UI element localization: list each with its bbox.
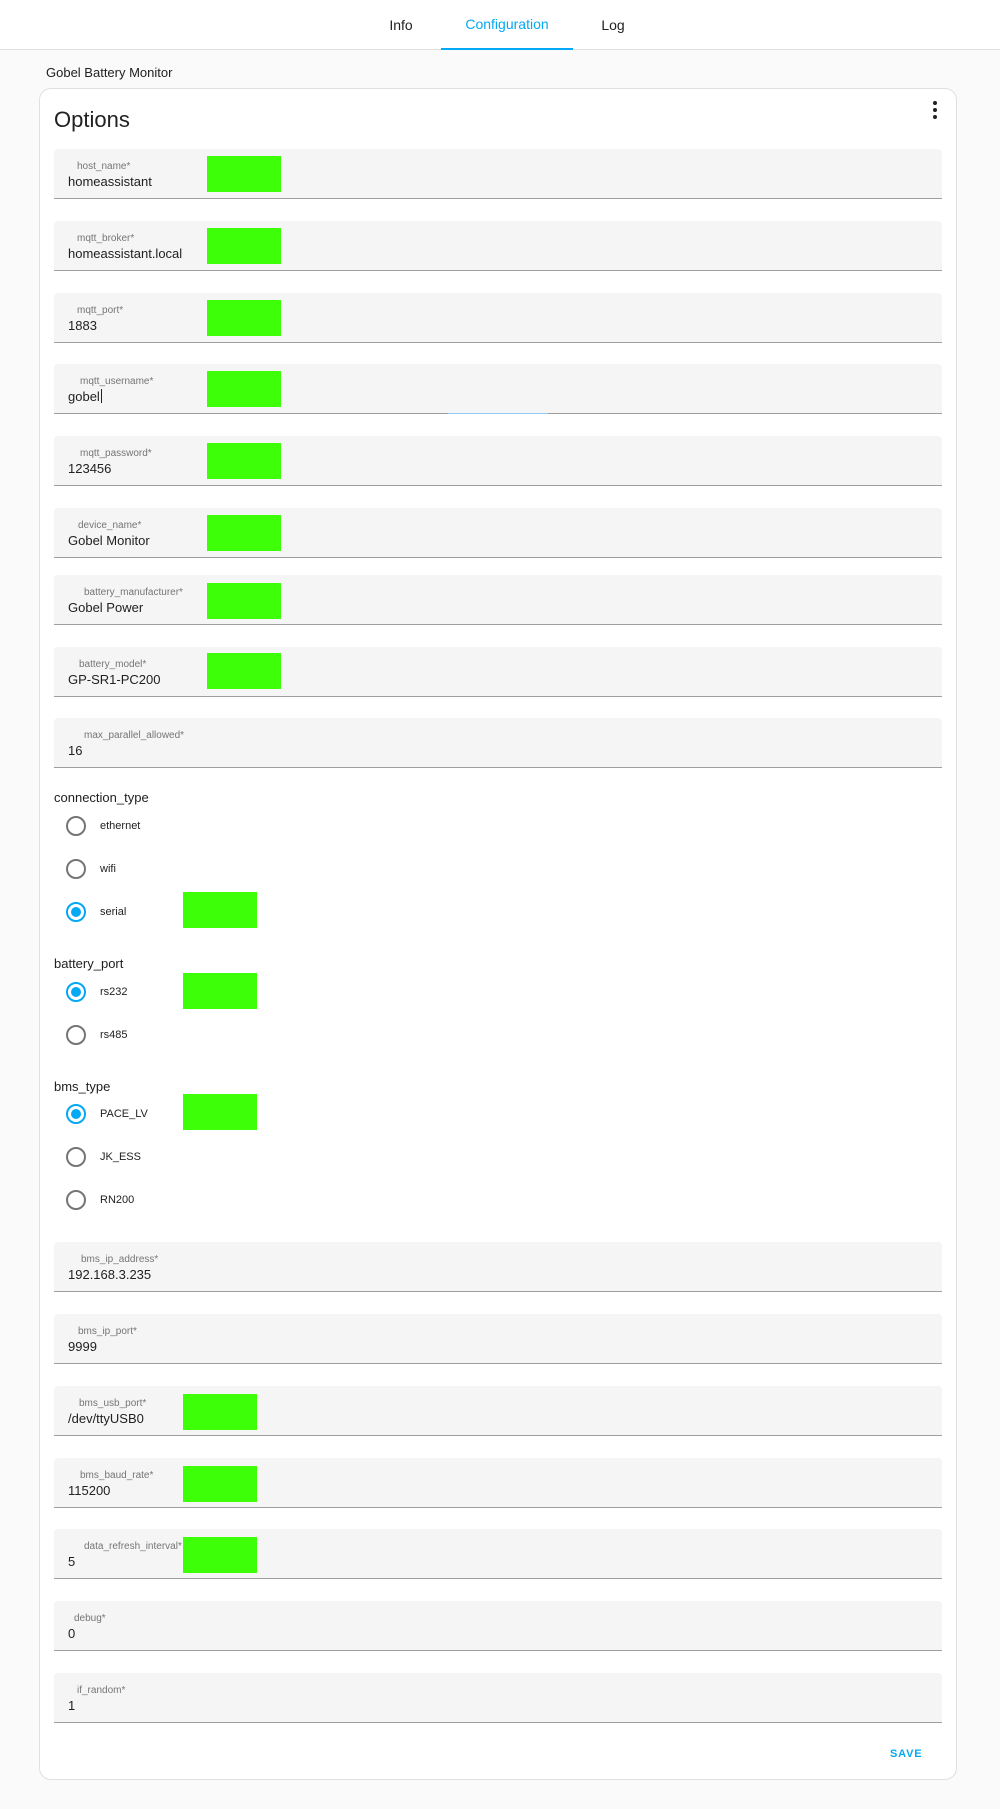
connection-type-label: connection_type bbox=[54, 790, 149, 805]
radio-label-jk-ess: JK_ESS bbox=[100, 1151, 141, 1163]
bms-type-label: bms_type bbox=[54, 1079, 111, 1094]
radio-serial[interactable] bbox=[66, 902, 86, 922]
field-value: Gobel Monitor bbox=[68, 533, 150, 548]
field-value: 0 bbox=[68, 1626, 76, 1641]
highlight-box bbox=[183, 1537, 257, 1573]
bms-ip-address-field[interactable]: bms_ip_address* 192.168.3.235 bbox=[54, 1242, 942, 1292]
highlight-box bbox=[183, 1094, 257, 1130]
tab-log[interactable]: Log bbox=[583, 0, 643, 50]
field-label: mqtt_broker* bbox=[77, 233, 135, 244]
field-label: device_name* bbox=[78, 520, 142, 531]
highlight-box bbox=[183, 1394, 257, 1430]
mqtt-username-field[interactable]: mqtt_username* gobel bbox=[54, 364, 942, 414]
text-cursor bbox=[100, 389, 102, 403]
tab-info[interactable]: Info bbox=[371, 0, 431, 50]
radio-label-wifi: wifi bbox=[100, 863, 116, 875]
battery-model-field[interactable]: battery_model* GP-SR1-PC200 bbox=[54, 647, 942, 697]
field-label: debug* bbox=[74, 1613, 106, 1624]
battery-manufacturer-field[interactable]: battery_manufacturer* Gobel Power bbox=[54, 575, 942, 625]
radio-label-rs232: rs232 bbox=[100, 986, 128, 998]
field-label: bms_usb_port* bbox=[79, 1398, 147, 1409]
radio-pace-lv[interactable] bbox=[66, 1104, 86, 1124]
bms-ip-port-field[interactable]: bms_ip_port* 9999 bbox=[54, 1314, 942, 1364]
field-value-text: gobel bbox=[68, 389, 100, 404]
field-value: homeassistant bbox=[68, 174, 152, 189]
field-label: mqtt_password* bbox=[80, 448, 152, 459]
radio-label-rn200: RN200 bbox=[100, 1194, 135, 1206]
field-label: mqtt_port* bbox=[77, 305, 124, 316]
radio-rs232[interactable] bbox=[66, 982, 86, 1002]
field-label: max_parallel_allowed* bbox=[84, 730, 185, 741]
radio-label-serial: serial bbox=[100, 906, 127, 918]
field-value: 9999 bbox=[68, 1339, 97, 1354]
max-parallel-allowed-field[interactable]: max_parallel_allowed* 16 bbox=[54, 718, 942, 768]
device-name-field[interactable]: device_name* Gobel Monitor bbox=[54, 508, 942, 558]
highlight-box bbox=[207, 371, 281, 407]
battery-port-label: battery_port bbox=[54, 956, 124, 971]
field-value: 1 bbox=[68, 1698, 76, 1713]
field-label: if_random* bbox=[77, 1685, 126, 1696]
radio-label-rs485: rs485 bbox=[100, 1029, 128, 1041]
highlight-box bbox=[207, 300, 281, 336]
highlight-box bbox=[207, 443, 281, 479]
tab-bar: Info Configuration Log bbox=[0, 0, 1000, 50]
radio-rs485[interactable] bbox=[66, 1025, 86, 1045]
mqtt-password-field[interactable]: mqtt_password* 123456 bbox=[54, 436, 942, 486]
highlight-box bbox=[183, 973, 257, 1009]
field-value: /dev/ttyUSB0 bbox=[68, 1411, 144, 1426]
highlight-box bbox=[183, 892, 257, 928]
field-label: data_refresh_interval* bbox=[84, 1541, 182, 1552]
highlight-box bbox=[183, 1466, 257, 1502]
field-value: gobel bbox=[68, 389, 102, 404]
field-value: 115200 bbox=[68, 1483, 111, 1498]
field-label: battery_model* bbox=[79, 659, 147, 670]
mqtt-broker-field[interactable]: mqtt_broker* homeassistant.local bbox=[54, 221, 942, 271]
field-label: battery_manufacturer* bbox=[84, 587, 183, 598]
field-label: bms_baud_rate* bbox=[80, 1470, 154, 1481]
host-name-field[interactable]: host_name* homeassistant bbox=[54, 149, 942, 199]
highlight-box bbox=[207, 228, 281, 264]
field-value: 1883 bbox=[68, 318, 97, 333]
field-value: Gobel Power bbox=[68, 600, 144, 615]
if-random-field[interactable]: if_random* 1 bbox=[54, 1673, 942, 1723]
field-label: host_name* bbox=[77, 161, 131, 172]
field-value: 5 bbox=[68, 1554, 76, 1569]
field-label: mqtt_username* bbox=[80, 376, 154, 387]
field-label: bms_ip_port* bbox=[78, 1326, 137, 1337]
radio-label-ethernet: ethernet bbox=[100, 820, 141, 832]
focus-ripple-line bbox=[448, 413, 548, 414]
field-value: GP-SR1-PC200 bbox=[68, 672, 161, 687]
radio-label-pace-lv: PACE_LV bbox=[100, 1108, 148, 1120]
radio-rn200[interactable] bbox=[66, 1190, 86, 1210]
field-value: homeassistant.local bbox=[68, 246, 183, 261]
save-button[interactable]: SAVE bbox=[890, 1748, 922, 1760]
highlight-box bbox=[207, 653, 281, 689]
highlight-box bbox=[207, 156, 281, 192]
field-label: bms_ip_address* bbox=[81, 1254, 159, 1265]
more-vert-icon[interactable] bbox=[926, 101, 944, 119]
field-value: 123456 bbox=[68, 461, 112, 476]
card-title: Options bbox=[54, 107, 130, 132]
radio-jk-ess[interactable] bbox=[66, 1147, 86, 1167]
mqtt-port-field[interactable]: mqtt_port* 1883 bbox=[54, 293, 942, 343]
radio-ethernet[interactable] bbox=[66, 816, 86, 836]
tab-configuration[interactable]: Configuration bbox=[441, 0, 573, 50]
addon-title: Gobel Battery Monitor bbox=[46, 65, 173, 80]
radio-wifi[interactable] bbox=[66, 859, 86, 879]
highlight-box bbox=[207, 583, 281, 619]
debug-field[interactable]: debug* 0 bbox=[54, 1601, 942, 1651]
field-value: 192.168.3.235 bbox=[68, 1267, 152, 1282]
field-value: 16 bbox=[68, 743, 83, 758]
highlight-box bbox=[207, 515, 281, 551]
